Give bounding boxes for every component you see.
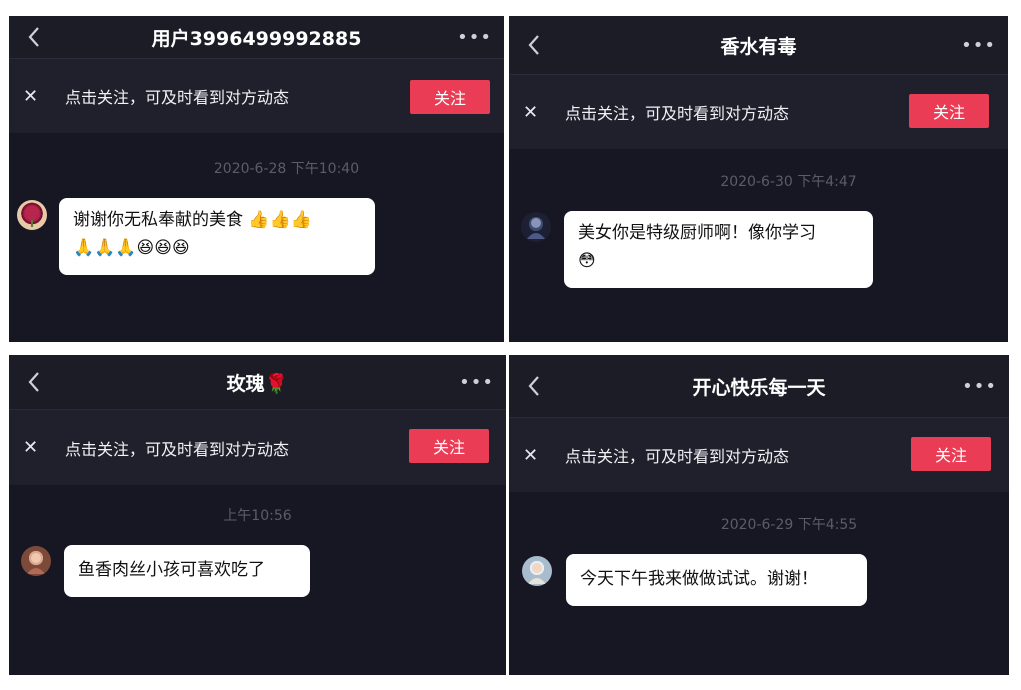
more-icon[interactable]: ••• bbox=[457, 16, 492, 58]
close-icon[interactable]: ✕ bbox=[523, 75, 538, 149]
chat-header: 开心快乐每一天 ••• bbox=[509, 355, 1009, 417]
follow-banner: ✕ 点击关注，可及时看到对方动态 关注 bbox=[509, 75, 1008, 149]
chat-header: 香水有毒 ••• bbox=[509, 16, 1008, 74]
follow-notice: 点击关注，可及时看到对方动态 bbox=[65, 88, 290, 107]
avatar[interactable] bbox=[521, 212, 551, 242]
follow-notice: 点击关注，可及时看到对方动态 bbox=[565, 104, 790, 123]
chat-header: 用户3996499992885 ••• bbox=[9, 16, 504, 58]
follow-button[interactable]: 关注 bbox=[911, 437, 991, 471]
close-icon[interactable]: ✕ bbox=[23, 410, 38, 485]
follow-button[interactable]: 关注 bbox=[409, 429, 489, 463]
more-icon[interactable]: ••• bbox=[961, 16, 996, 74]
chat-panel-2: 香水有毒 ••• ✕ 点击关注，可及时看到对方动态 关注 2020-6-30 下… bbox=[509, 16, 1008, 342]
message-text: 美女你是特级厨师啊！像你学习 bbox=[578, 223, 816, 243]
message-bubble[interactable]: 今天下午我来做做试试。谢谢！ bbox=[566, 554, 867, 606]
follow-button[interactable]: 关注 bbox=[410, 80, 490, 114]
rose-avatar-icon bbox=[25, 206, 39, 227]
rose-emoji: 🌹 bbox=[264, 372, 289, 395]
woman-avatar-icon bbox=[27, 553, 45, 574]
message-timestamp: 2020-6-30 下午4:47 bbox=[720, 174, 857, 190]
follow-banner: ✕ 点击关注，可及时看到对方动态 关注 bbox=[9, 410, 506, 485]
more-icon[interactable]: ••• bbox=[459, 355, 494, 409]
message-bubble[interactable]: 谢谢你无私奉献的美食 👍👍👍 🙏🙏🙏😆😆😆 bbox=[59, 198, 375, 275]
page-title: 香水有毒 bbox=[720, 35, 797, 58]
back-icon[interactable] bbox=[523, 355, 545, 417]
follow-notice: 点击关注，可及时看到对方动态 bbox=[65, 439, 290, 459]
message-timestamp: 上午10:56 bbox=[223, 508, 292, 524]
close-icon[interactable]: ✕ bbox=[523, 418, 538, 492]
more-icon[interactable]: ••• bbox=[962, 355, 997, 417]
girl-avatar-icon bbox=[528, 563, 546, 584]
message-bubble[interactable]: 鱼香肉丝小孩可喜欢吃了 bbox=[64, 545, 310, 597]
follow-banner: ✕ 点击关注，可及时看到对方动态 关注 bbox=[9, 59, 504, 133]
back-icon[interactable] bbox=[23, 355, 45, 409]
message-text: 谢谢你无私奉献的美食 bbox=[73, 210, 243, 230]
chat-panel-1: 用户3996499992885 ••• ✕ 点击关注，可及时看到对方动态 关注 … bbox=[9, 16, 504, 342]
close-icon[interactable]: ✕ bbox=[23, 59, 38, 133]
chat-panel-4: 开心快乐每一天 ••• ✕ 点击关注，可及时看到对方动态 关注 2020-6-2… bbox=[509, 355, 1009, 675]
avatar[interactable] bbox=[21, 546, 51, 576]
message-text: 鱼香肉丝小孩可喜欢吃了 bbox=[78, 560, 265, 580]
avatar[interactable] bbox=[522, 556, 552, 586]
avatar[interactable] bbox=[17, 200, 47, 230]
back-icon[interactable] bbox=[523, 16, 545, 74]
dark-avatar-icon bbox=[527, 218, 545, 239]
page-title: 开心快乐每一天 bbox=[692, 376, 826, 399]
message-bubble[interactable]: 美女你是特级厨师啊！像你学习 😳 bbox=[564, 211, 873, 288]
chat-panel-3: 玫瑰🌹 ••• ✕ 点击关注，可及时看到对方动态 关注 上午10:56 鱼香肉丝… bbox=[9, 355, 506, 675]
follow-button[interactable]: 关注 bbox=[909, 94, 989, 128]
flushed-emoji: 😳 bbox=[578, 251, 596, 271]
back-icon[interactable] bbox=[23, 16, 45, 58]
page-title: 用户3996499992885 bbox=[151, 27, 362, 50]
message-text: 今天下午我来做做试试。谢谢！ bbox=[580, 569, 818, 589]
message-timestamp: 2020-6-28 下午10:40 bbox=[213, 161, 360, 177]
follow-notice: 点击关注，可及时看到对方动态 bbox=[565, 447, 790, 466]
emoji-row: 🙏🙏🙏😆😆😆 bbox=[73, 238, 190, 258]
chat-header: 玫瑰🌹 ••• bbox=[9, 355, 506, 409]
thumbs-up-emoji: 👍👍👍 bbox=[248, 210, 312, 230]
follow-banner: ✕ 点击关注，可及时看到对方动态 关注 bbox=[509, 418, 1009, 492]
page-title: 玫瑰🌹 bbox=[226, 372, 289, 395]
message-timestamp: 2020-6-29 下午4:55 bbox=[720, 517, 858, 533]
